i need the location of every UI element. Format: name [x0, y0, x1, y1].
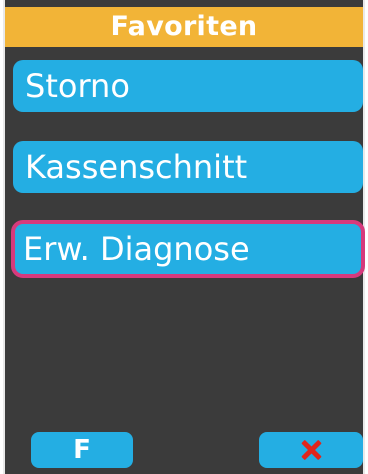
menu-item-erw-diagnose[interactable]: Erw. Diagnose — [11, 220, 365, 278]
close-button[interactable] — [259, 432, 363, 468]
device-screen: Favoriten Storno Kassenschnitt Erw. Diag… — [3, 0, 365, 474]
f-button[interactable]: F — [31, 432, 133, 468]
close-icon — [300, 439, 322, 461]
menu-item-kassenschnitt[interactable]: Kassenschnitt — [13, 141, 363, 193]
menu-item-storno[interactable]: Storno — [13, 60, 363, 112]
header-title: Favoriten — [5, 7, 363, 47]
